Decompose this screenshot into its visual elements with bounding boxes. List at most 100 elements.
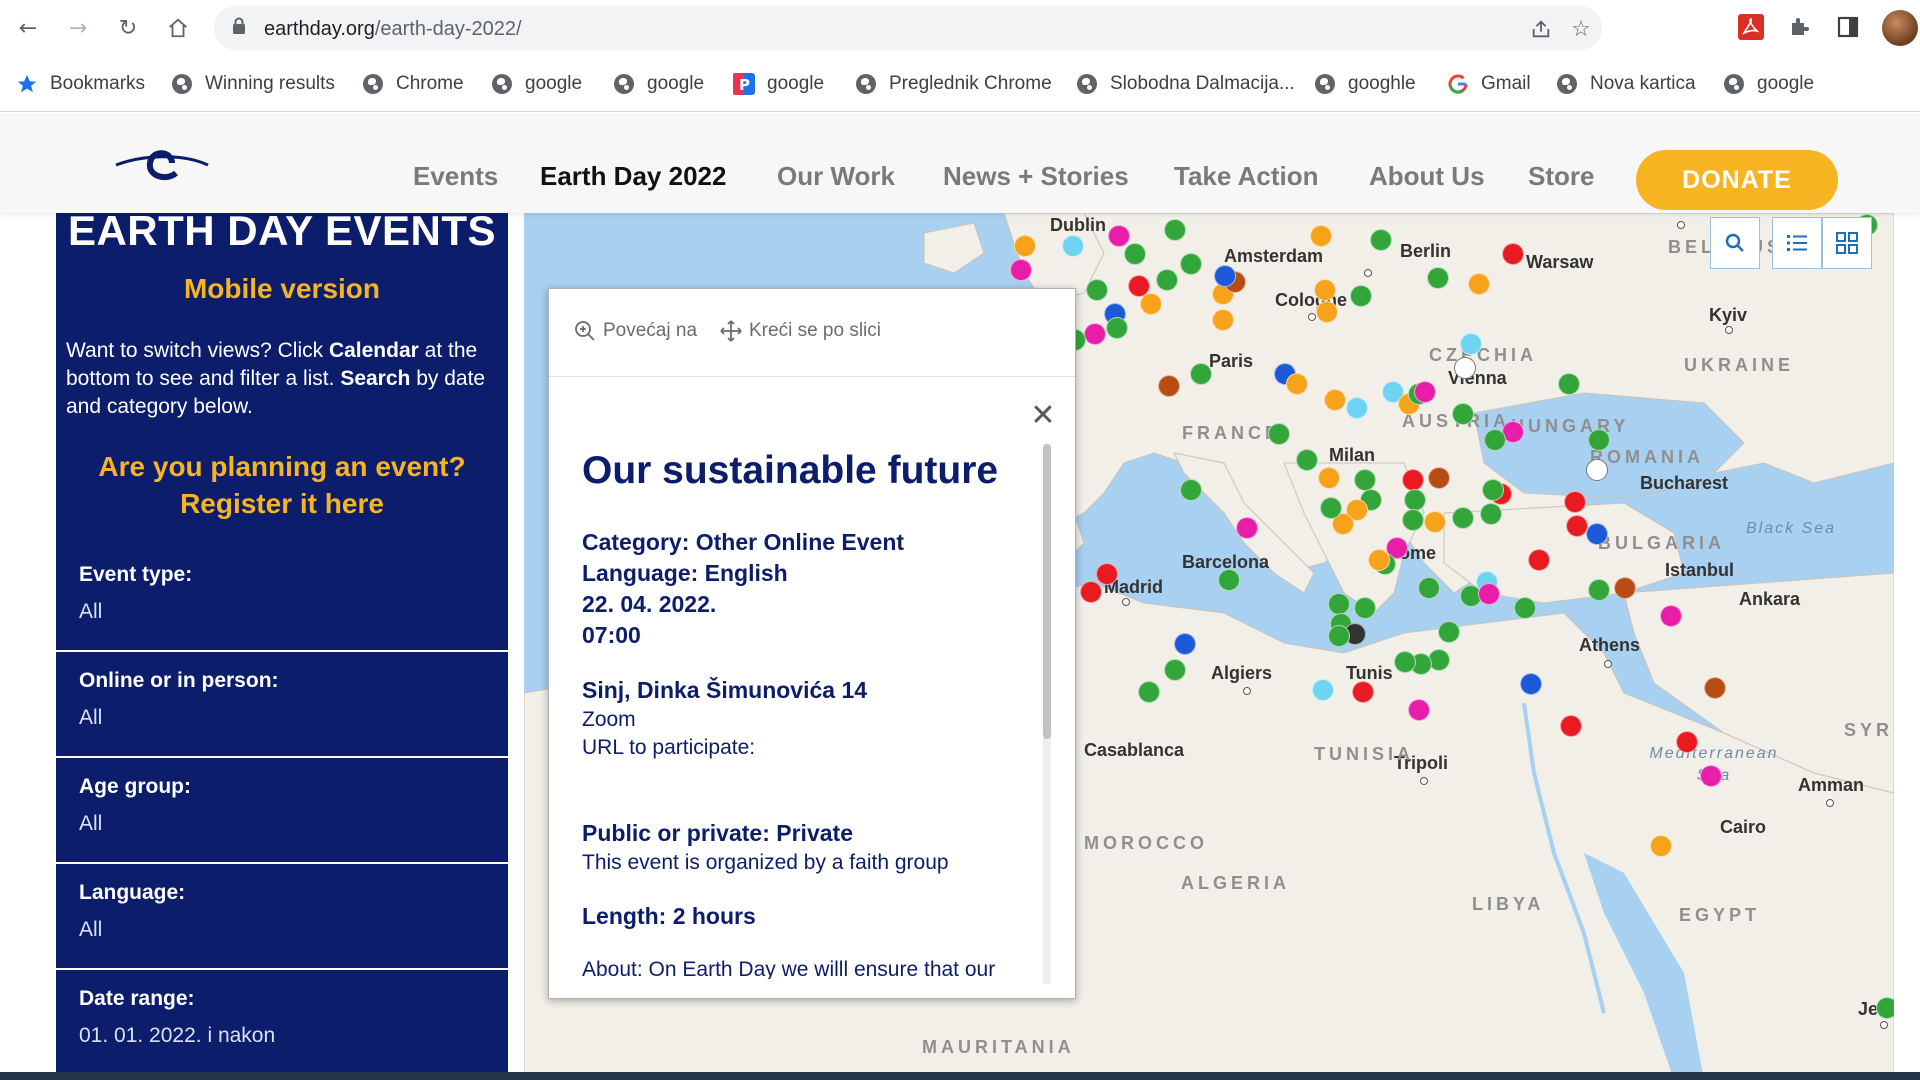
event-marker[interactable] [1190, 363, 1212, 385]
star-bookmark-icon[interactable]: ☆ [1568, 16, 1594, 42]
menu-news-stories[interactable]: News + Stories [943, 161, 1129, 192]
event-marker[interactable] [1080, 581, 1102, 603]
event-marker[interactable] [1310, 225, 1332, 247]
bookmark-item[interactable]: Chrome [362, 70, 464, 98]
menu-earth-day-2022[interactable]: Earth Day 2022 [540, 161, 726, 192]
filter-age-group[interactable]: Age group: All [56, 760, 508, 864]
menu-take-action[interactable]: Take Action [1174, 161, 1318, 192]
event-marker[interactable] [1414, 381, 1436, 403]
event-marker[interactable] [1236, 517, 1258, 539]
event-marker[interactable] [1062, 235, 1084, 257]
event-marker[interactable] [1614, 577, 1636, 599]
event-marker[interactable] [1212, 309, 1234, 331]
event-marker[interactable] [1268, 423, 1290, 445]
event-marker[interactable] [1502, 243, 1524, 265]
side-panel-icon[interactable] [1833, 12, 1863, 42]
bookmark-item[interactable]: P google [733, 70, 824, 98]
event-marker[interactable] [1700, 765, 1722, 787]
event-marker[interactable] [1454, 357, 1476, 379]
filter-date-range[interactable]: Date range: 01. 01. 2022. i nakon [56, 972, 508, 1076]
event-marker[interactable] [1084, 323, 1106, 345]
home-icon[interactable] [160, 10, 196, 46]
bookmark-item[interactable]: google [491, 70, 582, 98]
event-marker[interactable] [1328, 593, 1350, 615]
event-marker[interactable] [1408, 699, 1430, 721]
popup-scrollbar[interactable] [1043, 444, 1051, 984]
event-marker[interactable] [1438, 621, 1460, 643]
bookmark-item[interactable]: Gmail [1447, 70, 1531, 98]
event-marker[interactable] [1558, 373, 1580, 395]
bookmark-item[interactable]: googhle [1314, 70, 1416, 98]
event-marker[interactable] [1180, 479, 1202, 501]
event-marker[interactable] [1482, 479, 1504, 501]
event-marker[interactable] [1480, 503, 1502, 525]
event-marker[interactable] [1140, 293, 1162, 315]
event-marker[interactable] [1424, 511, 1446, 533]
event-marker[interactable] [1650, 835, 1672, 857]
bookmark-item[interactable]: Preglednik Chrome [855, 70, 1052, 98]
map-grid-button[interactable] [1822, 217, 1872, 269]
event-marker[interactable] [1086, 279, 1108, 301]
event-marker[interactable] [1704, 677, 1726, 699]
back-arrow-icon[interactable]: ← [10, 10, 46, 46]
event-marker[interactable] [1328, 625, 1350, 647]
event-marker[interactable] [1324, 389, 1346, 411]
event-marker[interactable] [1566, 515, 1588, 537]
event-marker[interactable] [1108, 225, 1130, 247]
event-marker[interactable] [1320, 497, 1342, 519]
event-marker[interactable] [1318, 467, 1340, 489]
event-marker[interactable] [1564, 491, 1586, 513]
event-marker[interactable] [1180, 253, 1202, 275]
event-marker[interactable] [1876, 997, 1894, 1019]
event-marker[interactable] [1350, 285, 1372, 307]
reload-icon[interactable]: ↻ [110, 10, 146, 46]
event-marker[interactable] [1460, 333, 1482, 355]
event-marker[interactable] [1404, 489, 1426, 511]
donate-button[interactable]: DONATE [1636, 150, 1838, 210]
event-marker[interactable] [1164, 219, 1186, 241]
event-marker[interactable] [1354, 597, 1376, 619]
event-marker[interactable] [1427, 267, 1449, 289]
event-marker[interactable] [1560, 715, 1582, 737]
bookmark-item[interactable]: Slobodna Dalmacija... [1076, 70, 1295, 98]
puzzle-extensions-icon[interactable] [1785, 12, 1815, 42]
event-marker[interactable] [1586, 523, 1608, 545]
event-marker[interactable] [1346, 397, 1368, 419]
register-event-link[interactable]: Are you planning an event? Register it he… [56, 448, 508, 522]
forward-arrow-icon[interactable]: → [60, 10, 96, 46]
event-marker[interactable] [1124, 243, 1146, 265]
event-marker[interactable] [1096, 563, 1118, 585]
earthday-logo[interactable] [112, 135, 212, 191]
event-marker[interactable] [1014, 235, 1036, 257]
filter-language[interactable]: Language: All [56, 866, 508, 970]
event-marker[interactable] [1660, 605, 1682, 627]
event-marker[interactable] [1106, 317, 1128, 339]
menu-our-work[interactable]: Our Work [777, 161, 895, 192]
event-marker[interactable] [1214, 265, 1236, 287]
event-marker[interactable] [1368, 549, 1390, 571]
event-marker[interactable] [1370, 229, 1392, 251]
event-marker[interactable] [1520, 673, 1542, 695]
event-marker[interactable] [1312, 679, 1334, 701]
mobile-version-link[interactable]: Mobile version [56, 273, 508, 305]
scrollbar-thumb[interactable] [1043, 444, 1051, 739]
event-marker[interactable] [1316, 301, 1338, 323]
pan-button[interactable]: Kreći se po slici [719, 319, 881, 343]
pdf-extension-icon[interactable] [1736, 12, 1766, 42]
event-marker[interactable] [1586, 459, 1608, 481]
event-marker[interactable] [1478, 583, 1500, 605]
event-marker[interactable] [1484, 429, 1506, 451]
event-marker[interactable] [1156, 269, 1178, 291]
filter-event-type[interactable]: Event type: All [56, 548, 508, 652]
bookmark-item[interactable]: Winning results [171, 70, 335, 98]
event-marker[interactable] [1676, 731, 1698, 753]
event-marker[interactable] [1528, 549, 1550, 571]
event-marker[interactable] [1402, 509, 1424, 531]
filter-online-in-person[interactable]: Online or in person: All [56, 654, 508, 758]
event-marker[interactable] [1588, 579, 1610, 601]
address-bar[interactable]: earthday.org/earth-day-2022/ ☆ [214, 6, 1602, 50]
event-marker[interactable] [1354, 469, 1376, 491]
event-marker[interactable] [1428, 467, 1450, 489]
event-marker[interactable] [1352, 681, 1374, 703]
menu-events[interactable]: Events [413, 161, 498, 192]
